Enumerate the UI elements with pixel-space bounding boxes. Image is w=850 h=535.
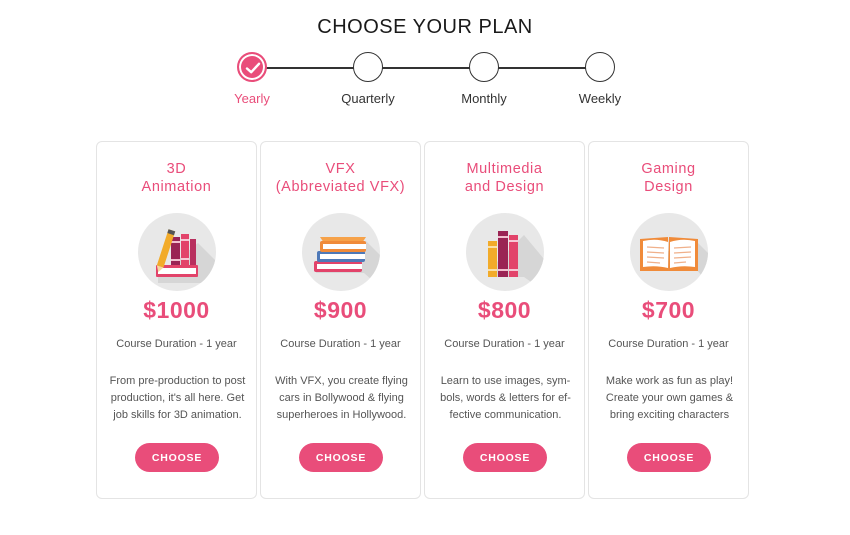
step-yearly-circle[interactable] [237, 52, 267, 82]
plan-period-stepper: Yearly Quarterly Monthly Weekly [0, 52, 850, 112]
step-quarterly[interactable]: Quarterly [308, 52, 428, 106]
page-title: CHOOSE YOUR PLAN [317, 16, 533, 38]
plan-card-vfx: VFX (Abbreviated VFX) $900 Course Durati… [260, 141, 421, 499]
step-monthly[interactable]: Monthly [424, 52, 544, 106]
books-with-pencil-icon [138, 213, 216, 291]
plan-title: Gaming Design [641, 161, 696, 195]
step-quarterly-label: Quarterly [341, 91, 395, 106]
open-book-icon [630, 213, 708, 291]
plan-duration: Course Duration - 1 year [444, 338, 565, 350]
plan-card-3d-animation: 3D Animation $1000 Course Duration - 1 y… [96, 141, 257, 499]
step-yearly[interactable]: Yearly [192, 52, 312, 106]
step-weekly-circle[interactable] [585, 52, 615, 82]
step-monthly-circle[interactable] [469, 52, 499, 82]
plan-description: Learn to use images, sym-bols, words & l… [440, 375, 571, 421]
choose-button[interactable]: CHOOSE [627, 443, 711, 472]
plan-duration: Course Duration - 1 year [608, 338, 729, 350]
plan-duration: Course Duration - 1 year [280, 338, 401, 350]
plan-card-gaming-design: Gaming Design $700 Course Duration - 1 y… [588, 141, 749, 499]
plan-card-multimedia-design: Multimedia and Design $800 Course Durati… [424, 141, 585, 499]
plan-price: $700 [641, 297, 696, 323]
step-weekly[interactable]: Weekly [540, 52, 660, 106]
plan-price: $800 [477, 297, 532, 323]
step-yearly-label: Yearly [234, 91, 270, 106]
step-monthly-label: Monthly [461, 91, 507, 106]
check-icon [245, 62, 261, 74]
plan-description: Make work as fun as play! Create your ow… [605, 375, 734, 421]
step-weekly-label: Weekly [578, 91, 622, 106]
plan-description: From pre-production to post production, … [109, 375, 246, 421]
stacked-books-icon [302, 213, 380, 291]
choose-button[interactable]: CHOOSE [299, 443, 383, 472]
choose-button[interactable]: CHOOSE [463, 443, 547, 472]
plan-price: $1000 [143, 297, 210, 323]
plan-title: 3D Animation [141, 161, 212, 195]
plan-price: $900 [313, 297, 368, 323]
plan-title: Multimedia and Design [464, 161, 545, 195]
plan-title: VFX (Abbreviated VFX) [275, 161, 406, 195]
choose-button[interactable]: CHOOSE [135, 443, 219, 472]
plan-duration: Course Duration - 1 year [116, 338, 237, 350]
step-quarterly-circle[interactable] [353, 52, 383, 82]
standing-books-icon [466, 213, 544, 291]
plan-description: With VFX, you create flying cars in Boll… [275, 375, 408, 421]
